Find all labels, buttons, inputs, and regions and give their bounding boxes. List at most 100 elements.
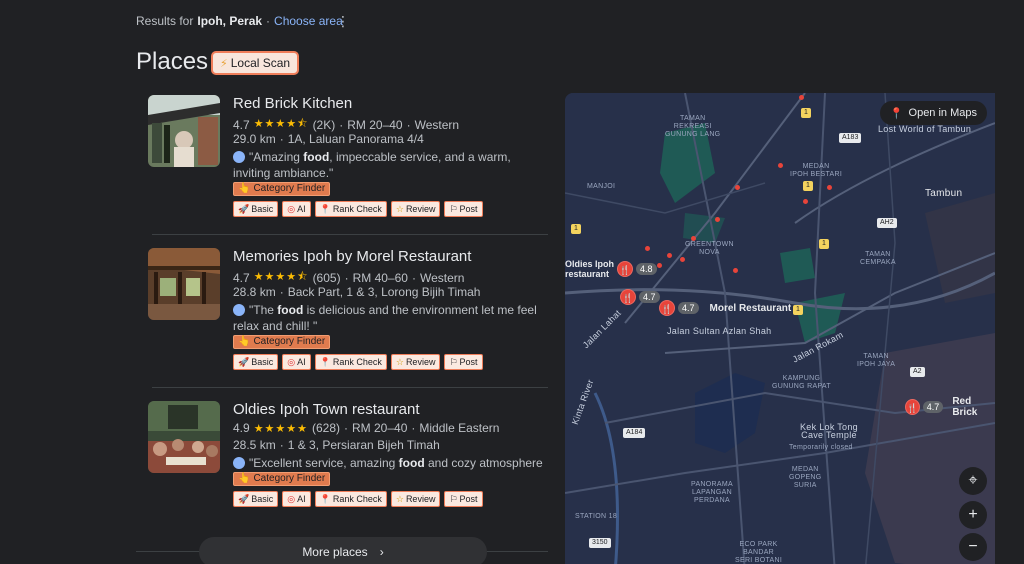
map-label-poi[interactable]: Lost World of Tambun (878, 125, 971, 134)
tool-label: Basic (251, 357, 274, 367)
more-places-button[interactable]: More places › (199, 537, 487, 564)
flag-icon: ⚐ (449, 357, 458, 367)
star-rating-icon: ★★★★★ (253, 422, 308, 435)
place-category: Western (419, 270, 465, 285)
dot-separator: · (279, 438, 284, 452)
review-button[interactable]: ☆ Review (390, 354, 441, 370)
rating-value: 4.9 (233, 421, 250, 435)
road-shield: 1 (793, 305, 803, 315)
map-place-dot[interactable] (803, 199, 808, 204)
tool-label: Post (459, 494, 478, 504)
zoom-out-button[interactable]: − (959, 533, 987, 561)
place-card[interactable]: Oldies Ipoh Town restaurant 4.9 ★★★★★ (6… (148, 401, 548, 521)
map-label-poi[interactable]: Kek Lok Tong Cave Temple (800, 423, 858, 440)
rocket-icon: 🚀 (238, 494, 250, 504)
map-pin[interactable]: 🍴 4.7 Morel Restaurant (659, 300, 791, 316)
place-thumbnail[interactable] (148, 401, 220, 473)
review-button[interactable]: ☆ Review (390, 491, 441, 507)
review-keyword: food (398, 456, 425, 470)
map-place-dot[interactable] (691, 236, 696, 241)
hand-icon: 👆 (238, 473, 251, 484)
place-name[interactable]: Memories Ipoh by Morel Restaurant (233, 248, 471, 265)
map-place-dot[interactable] (733, 268, 738, 273)
local-scan-button[interactable]: ⚡ Local Scan (211, 51, 300, 75)
price-range: RM 20–40 (347, 117, 403, 132)
map[interactable]: 📍 Open in Maps TAMAN REKREASI GUNUNG LAN… (565, 93, 995, 564)
tool-label: Basic (251, 204, 274, 214)
chevron-right-icon: › (379, 545, 384, 559)
place-address-row: 28.8 km · Back Part, 1 & 3, Lorong Bijih… (233, 285, 480, 299)
separator: · (266, 14, 271, 28)
place-name[interactable]: Oldies Ipoh Town restaurant (233, 401, 420, 418)
map-label-area: PANORAMA LAPANGAN PERDANA (691, 481, 733, 504)
place-category: Middle Eastern (419, 421, 500, 435)
tool-label: AI (297, 204, 306, 214)
basic-button[interactable]: 🚀 Basic (233, 491, 279, 507)
ai-icon: ◎ (287, 357, 296, 367)
my-location-button[interactable]: ⌖ (959, 467, 987, 495)
rank-check-button[interactable]: 📍 Rank Check (314, 491, 387, 507)
lightning-icon: ⚡ (220, 57, 228, 70)
basic-button[interactable]: 🚀 Basic (233, 354, 279, 370)
place-name[interactable]: Red Brick Kitchen (233, 95, 352, 112)
category-finder-button[interactable]: 👆 Category Finder (233, 182, 331, 196)
star-icon: ☆ (395, 204, 404, 214)
price-range: RM 40–60 (352, 270, 408, 285)
category-finder-button[interactable]: 👆 Category Finder (233, 472, 331, 486)
open-in-maps-button[interactable]: 📍 Open in Maps (879, 101, 987, 125)
rating-value: 4.7 (233, 117, 250, 132)
rank-check-button[interactable]: 📍 Rank Check (314, 354, 387, 370)
review-button[interactable]: ☆ Review (390, 201, 441, 217)
zoom-in-button[interactable]: + (959, 501, 987, 529)
ai-button[interactable]: ◎ AI (282, 491, 311, 507)
place-thumbnail[interactable] (148, 248, 220, 320)
pin-rating: 4.7 (922, 401, 944, 413)
place-thumbnail[interactable] (148, 95, 220, 167)
tool-label: Basic (251, 494, 274, 504)
open-in-maps-label: Open in Maps (908, 107, 977, 119)
place-card[interactable]: Red Brick Kitchen 4.7 ★★★★⯪ (2K) · RM 20… (148, 95, 548, 225)
dot-separator: · (279, 132, 284, 146)
reviewer-avatar (233, 457, 245, 469)
rank-check-button[interactable]: 📍 Rank Check (314, 201, 387, 217)
pin-rating: 4.7 (639, 291, 660, 303)
road-shield: 3150 (589, 538, 611, 548)
map-pin[interactable]: Oldies Ipoh restaurant 🍴 4.8 (565, 259, 657, 279)
map-place-dot[interactable] (680, 257, 685, 262)
map-place-dot[interactable] (645, 246, 650, 251)
category-finder-button[interactable]: 👆 Category Finder (233, 335, 331, 349)
road-shield: A2 (910, 367, 925, 377)
pin-rating: 4.7 (678, 302, 699, 314)
flag-icon: ⚐ (449, 494, 458, 504)
tool-label: AI (297, 494, 306, 504)
choose-area-link[interactable]: Choose area (274, 14, 343, 28)
review-text-pre: "The (249, 303, 278, 317)
map-place-dot[interactable] (778, 163, 783, 168)
ai-button[interactable]: ◎ AI (282, 354, 311, 370)
road-shield: A184 (623, 428, 646, 438)
post-button[interactable]: ⚐ Post (444, 201, 483, 217)
map-label-area: TAMAN REKREASI GUNUNG LANG (665, 115, 721, 138)
map-place-dot[interactable] (799, 95, 804, 100)
map-place-dot[interactable] (657, 263, 662, 268)
post-button[interactable]: ⚐ Post (444, 491, 483, 507)
place-card[interactable]: Memories Ipoh by Morel Restaurant 4.7 ★★… (148, 248, 548, 378)
map-place-dot[interactable] (827, 185, 832, 190)
map-label-area: STATION 18 (575, 513, 618, 520)
tool-label: Review (405, 494, 436, 504)
post-button[interactable]: ⚐ Post (444, 354, 483, 370)
flag-icon: ⚐ (449, 204, 458, 214)
restaurant-icon: 🍴 (659, 300, 675, 316)
hand-icon: 👆 (238, 336, 251, 347)
category-finder-label: Category Finder (253, 336, 326, 347)
basic-button[interactable]: 🚀 Basic (233, 201, 279, 217)
dot-separator: · (411, 270, 416, 285)
address: 1 & 3, Persiaran Bijeh Timah (287, 438, 440, 452)
map-place-dot[interactable] (715, 217, 720, 222)
map-pin[interactable]: 🍴 4.7 (620, 289, 660, 305)
map-place-dot[interactable] (667, 253, 672, 258)
map-pin[interactable]: 🍴 4.7 Red Brick (905, 396, 995, 418)
map-place-dot[interactable] (735, 185, 740, 190)
ai-button[interactable]: ◎ AI (282, 201, 311, 217)
more-vert-icon[interactable]: ⋮ (336, 12, 350, 30)
